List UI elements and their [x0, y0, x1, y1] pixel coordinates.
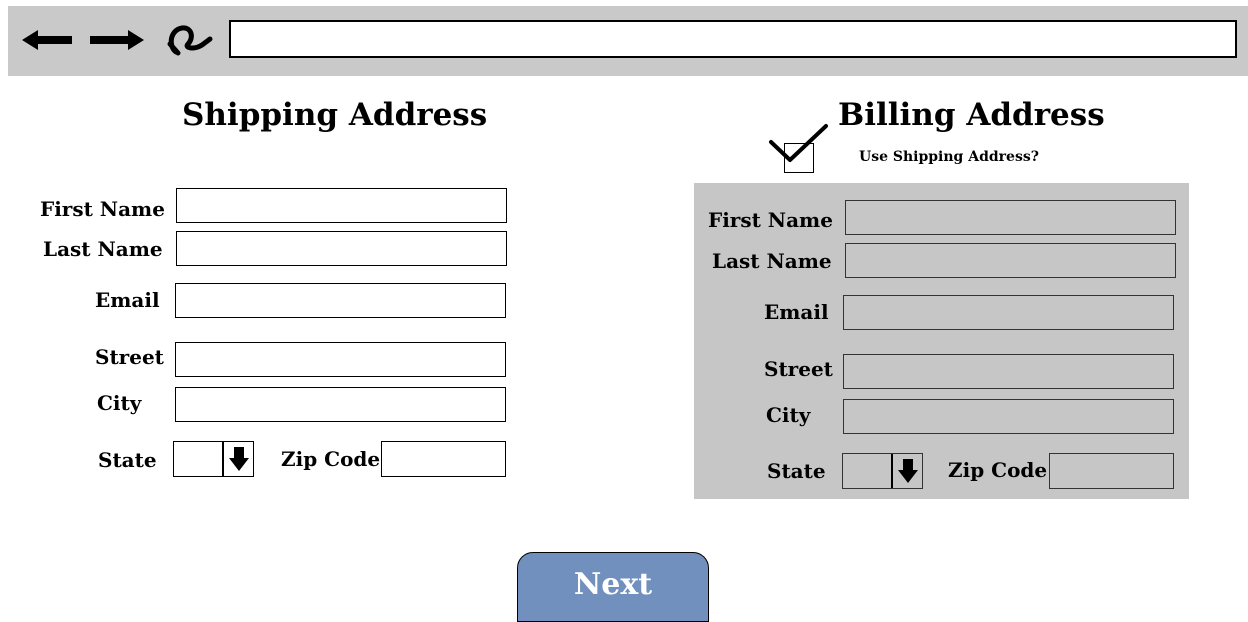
- shipping-first-name-label: First Name: [40, 197, 165, 221]
- billing-email-input[interactable]: [843, 295, 1174, 330]
- shipping-state-select[interactable]: [173, 441, 254, 477]
- next-button[interactable]: Next: [517, 552, 709, 622]
- shipping-last-name-input[interactable]: [176, 231, 507, 266]
- shipping-zip-input[interactable]: [381, 441, 506, 477]
- refresh-icon[interactable]: [166, 22, 214, 56]
- billing-street-label: Street: [764, 357, 833, 381]
- shipping-street-input[interactable]: [175, 342, 506, 377]
- billing-first-name-input[interactable]: [845, 200, 1176, 235]
- billing-state-label: State: [767, 459, 826, 483]
- select-divider: [222, 442, 224, 476]
- select-divider: [891, 454, 893, 488]
- back-arrow-icon[interactable]: [22, 29, 74, 51]
- shipping-last-name-label: Last Name: [43, 237, 163, 261]
- use-shipping-label: Use Shipping Address?: [859, 149, 1039, 165]
- shipping-state-label: State: [98, 448, 157, 472]
- billing-address-title: Billing Address: [838, 97, 1105, 133]
- billing-city-input[interactable]: [843, 399, 1174, 434]
- shipping-city-input[interactable]: [175, 387, 506, 422]
- billing-zip-label: Zip Code: [948, 458, 1048, 482]
- billing-last-name-label: Last Name: [712, 249, 832, 273]
- dropdown-arrow-icon: [898, 459, 918, 483]
- billing-state-select[interactable]: [842, 453, 923, 489]
- shipping-email-label: Email: [95, 288, 160, 312]
- shipping-first-name-input[interactable]: [176, 188, 507, 223]
- address-bar-input[interactable]: [229, 20, 1237, 58]
- shipping-address-title: Shipping Address: [182, 97, 488, 133]
- billing-email-label: Email: [764, 300, 829, 324]
- shipping-email-input[interactable]: [175, 283, 506, 318]
- dropdown-arrow-icon: [229, 447, 249, 471]
- billing-street-input[interactable]: [843, 354, 1174, 389]
- shipping-street-label: Street: [95, 345, 164, 369]
- shipping-city-label: City: [97, 391, 142, 415]
- billing-first-name-label: First Name: [708, 208, 833, 232]
- billing-last-name-input[interactable]: [845, 243, 1176, 278]
- billing-zip-input[interactable]: [1049, 453, 1174, 489]
- billing-city-label: City: [766, 403, 811, 427]
- shipping-zip-label: Zip Code: [281, 447, 381, 471]
- forward-arrow-icon[interactable]: [88, 29, 144, 51]
- checkmark-icon: [769, 124, 828, 162]
